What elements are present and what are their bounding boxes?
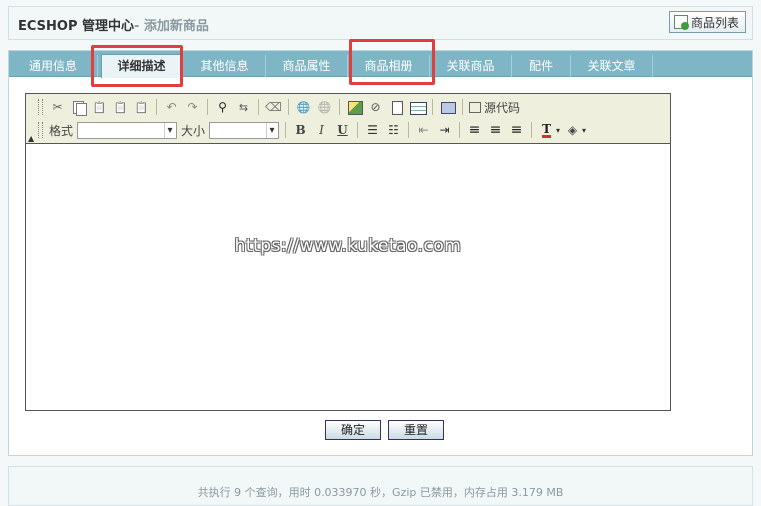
- toolbar-separator: [459, 122, 461, 138]
- unlink-icon[interactable]: [316, 99, 333, 116]
- rich-text-editor: 源代码 格式 大小 B I U: [25, 93, 671, 411]
- toolbar-separator: [258, 99, 259, 115]
- collapse-toolbar-icon[interactable]: ▲: [28, 134, 34, 143]
- undo-icon[interactable]: [163, 99, 180, 116]
- goods-list-button[interactable]: 商品列表: [668, 11, 746, 33]
- reset-button[interactable]: 重置: [388, 420, 444, 440]
- highlight-box-gallery: [349, 39, 435, 85]
- outdent-icon[interactable]: [415, 122, 432, 139]
- add-list-icon: [673, 15, 689, 30]
- remove-format-icon[interactable]: [265, 99, 282, 116]
- align-right-icon[interactable]: [508, 122, 525, 139]
- text-color-icon[interactable]: [538, 122, 555, 139]
- paste-text-icon[interactable]: [112, 99, 129, 116]
- toolbar-separator: [156, 99, 157, 115]
- indent-icon[interactable]: [436, 122, 453, 139]
- link-icon[interactable]: [295, 99, 312, 116]
- highlight-box-detail: [91, 45, 183, 87]
- background-color-icon[interactable]: [564, 122, 581, 139]
- tab-linked-articles[interactable]: 关联文章: [571, 55, 653, 77]
- toolbar-row-2: 格式 大小 B I U ▾ ▾: [38, 119, 586, 141]
- toolbar-separator: [432, 99, 433, 115]
- main-panel: 通用信息 详细描述 其他信息 商品属性 商品相册 关联商品 配件 关联文章 ✂ …: [8, 39, 753, 456]
- source-code-button[interactable]: 源代码: [469, 99, 520, 116]
- toolbar-separator: [207, 99, 208, 115]
- flash-icon[interactable]: [367, 99, 384, 116]
- format-label: 格式: [49, 123, 74, 138]
- copy-icon[interactable]: [70, 99, 87, 116]
- tab-label: 关联商品: [446, 59, 495, 73]
- page-title: ECSHOP 管理中心- 添加新商品: [18, 15, 209, 34]
- page-header: ECSHOP 管理中心- 添加新商品 商品列表: [8, 6, 753, 40]
- size-label: 大小: [181, 123, 206, 138]
- page-subtitle: - 添加新商品: [134, 19, 209, 34]
- redo-icon[interactable]: [184, 99, 201, 116]
- tab-label: 商品属性: [282, 59, 331, 73]
- tab-label: 配件: [528, 59, 553, 73]
- cut-icon[interactable]: [49, 99, 66, 116]
- footer-stats: 共执行 9 个查询，用时 0.033970 秒，Gzip 已禁用，内存占用 3.…: [197, 486, 564, 499]
- toolbar-grip: [38, 99, 43, 115]
- toolbar-separator: [357, 122, 359, 138]
- page-footer: 共执行 9 个查询，用时 0.033970 秒，Gzip 已禁用，内存占用 3.…: [8, 466, 753, 506]
- size-select[interactable]: [209, 121, 280, 139]
- editor-content-area[interactable]: https://www.kuketao.com: [26, 144, 670, 410]
- replace-icon[interactable]: [235, 99, 252, 116]
- table-icon[interactable]: [409, 99, 427, 116]
- watermark-text: https://www.kuketao.com: [234, 236, 462, 256]
- tab-label: 其他信息: [200, 59, 249, 73]
- toolbar-separator: [288, 99, 289, 115]
- toolbar-separator: [339, 99, 340, 115]
- tab-general-info[interactable]: 通用信息: [9, 55, 98, 77]
- toolbar-separator: [408, 122, 410, 138]
- format-select[interactable]: [77, 121, 178, 139]
- underline-button[interactable]: U: [334, 122, 351, 139]
- editor-toolbar: 源代码 格式 大小 B I U: [26, 94, 670, 144]
- align-left-icon[interactable]: [466, 122, 483, 139]
- toolbar-separator: [285, 122, 287, 138]
- toolbar-row-1: 源代码: [38, 96, 520, 118]
- find-icon[interactable]: [214, 99, 231, 116]
- toolbar-separator: [531, 122, 533, 138]
- chevron-down-icon[interactable]: ▾: [556, 126, 560, 135]
- confirm-button[interactable]: 确定: [325, 420, 381, 440]
- image-icon[interactable]: [346, 99, 363, 116]
- italic-button[interactable]: I: [313, 122, 330, 139]
- tab-label: 通用信息: [28, 59, 77, 73]
- unordered-list-icon[interactable]: [385, 122, 402, 139]
- tab-linked-goods[interactable]: 关联商品: [430, 55, 512, 77]
- tab-other-info[interactable]: 其他信息: [184, 55, 266, 77]
- paste-word-icon[interactable]: [133, 99, 150, 116]
- paste-icon[interactable]: [91, 99, 108, 116]
- bold-button[interactable]: B: [292, 122, 309, 139]
- tab-label: 关联文章: [587, 59, 636, 73]
- ordered-list-icon[interactable]: [364, 122, 381, 139]
- chevron-down-icon[interactable]: ▾: [582, 126, 586, 135]
- source-code-icon: [469, 101, 481, 113]
- source-code-label: 源代码: [484, 100, 521, 115]
- toolbar-separator: [462, 99, 463, 115]
- special-char-icon[interactable]: [439, 99, 456, 116]
- goods-list-button-label: 商品列表: [690, 15, 739, 30]
- toolbar-grip: [38, 122, 43, 138]
- tab-goods-attributes[interactable]: 商品属性: [266, 55, 348, 77]
- tab-accessories[interactable]: 配件: [512, 55, 571, 77]
- page-icon[interactable]: [388, 99, 405, 116]
- app-title: ECSHOP 管理中心: [18, 19, 135, 34]
- align-center-icon[interactable]: [487, 122, 504, 139]
